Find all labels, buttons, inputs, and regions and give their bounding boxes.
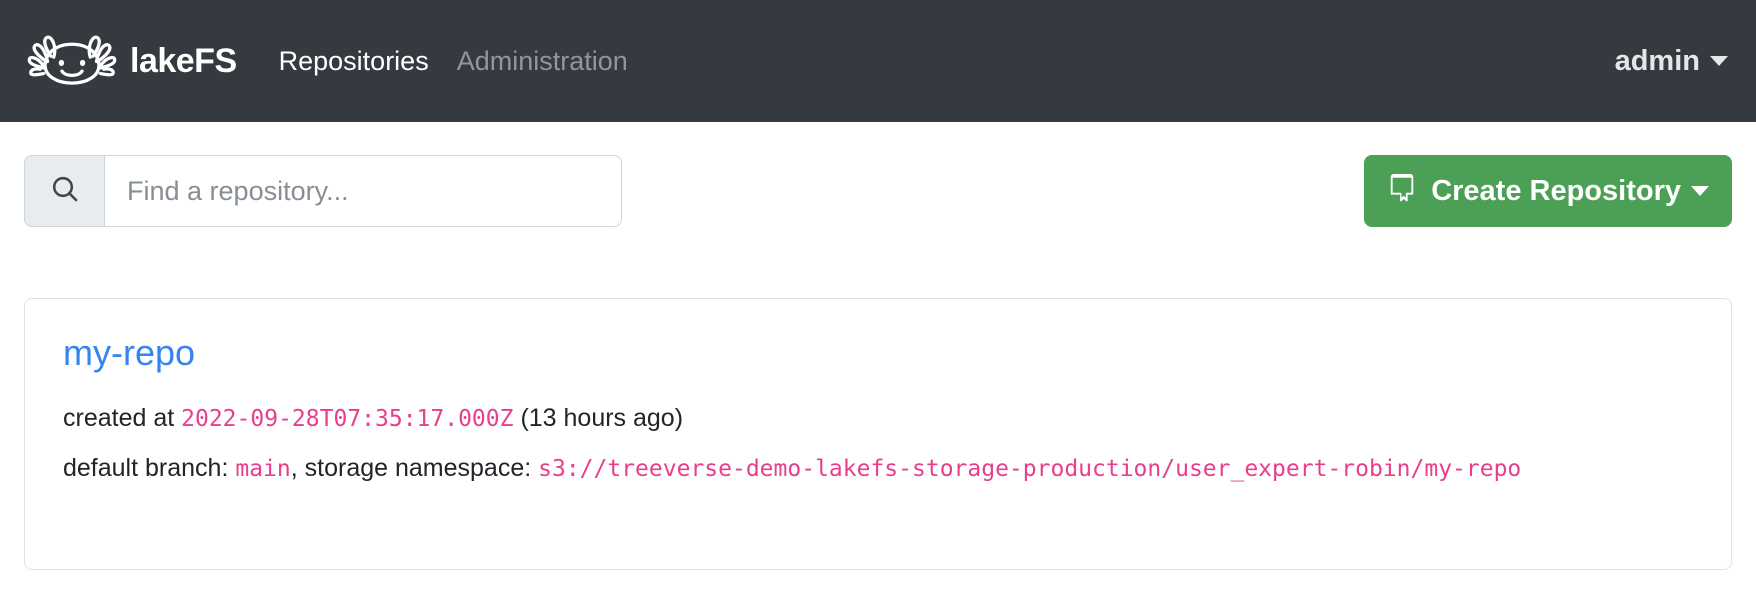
toolbar: Create Repository <box>0 155 1756 227</box>
nav-item-administration[interactable]: Administration <box>457 44 628 79</box>
storage-namespace-value: s3://treeverse-demo-lakefs-storage-produ… <box>538 456 1522 483</box>
default-branch-value: main <box>235 456 291 483</box>
nav-item-repositories[interactable]: Repositories <box>279 44 429 79</box>
chevron-down-icon <box>1710 56 1728 66</box>
storage-namespace-label: , storage namespace: <box>290 454 532 483</box>
repository-card-body: my-repo created at 2022-09-28T07:35:17.0… <box>25 299 1731 522</box>
axolotl-logo-icon <box>24 31 120 91</box>
repository-search-group <box>24 155 622 227</box>
default-branch-label: default branch: <box>63 454 229 483</box>
created-prefix-label: created at <box>63 403 175 432</box>
brand-name: lakeFS <box>130 42 237 80</box>
create-repository-label: Create Repository <box>1431 174 1681 207</box>
search-input[interactable] <box>104 155 622 227</box>
repository-branch-namespace-line: default branch: main, storage namespace:… <box>63 449 1693 488</box>
chevron-down-icon <box>1691 186 1709 196</box>
repo-icon <box>1387 173 1417 210</box>
repository-name-link[interactable]: my-repo <box>63 333 195 373</box>
brand-home-link[interactable]: lakeFS <box>24 31 237 91</box>
user-menu-label: admin <box>1614 44 1700 77</box>
repository-created-line: created at 2022-09-28T07:35:17.000Z (13 … <box>63 399 1693 438</box>
primary-nav: Repositories Administration <box>279 44 656 79</box>
created-relative-label: (13 hours ago) <box>520 403 684 432</box>
user-menu-button[interactable]: admin <box>1614 44 1728 77</box>
navbar-right: admin <box>1614 44 1728 77</box>
top-navbar: lakeFS Repositories Administration admin <box>0 0 1756 122</box>
repository-card: my-repo created at 2022-09-28T07:35:17.0… <box>24 298 1732 570</box>
search-icon <box>49 173 81 210</box>
created-timestamp: 2022-09-28T07:35:17.000Z <box>181 405 514 432</box>
create-repository-button[interactable]: Create Repository <box>1364 155 1732 227</box>
search-icon-container <box>24 155 104 227</box>
